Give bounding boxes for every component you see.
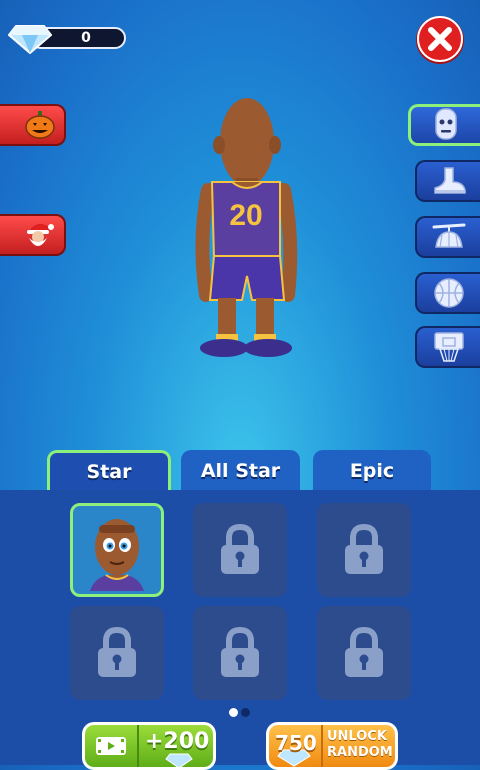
page-dot-active[interactable]: [229, 708, 238, 717]
player-preview: 20: [180, 90, 310, 374]
propeller-hat-icon: [432, 223, 465, 248]
watch-video-reward-button[interactable]: +200: [82, 722, 216, 770]
shoe-icon: [433, 167, 466, 194]
item-slot-locked[interactable]: [193, 503, 287, 597]
video-icon: [96, 737, 126, 755]
unlock-label-line1: UNLOCK: [327, 729, 387, 744]
head-icon: [434, 108, 457, 140]
halloween-button[interactable]: [0, 104, 66, 146]
hoop-icon: [433, 332, 464, 362]
item-slot-locked[interactable]: [317, 606, 411, 700]
pumpkin-icon: [25, 111, 55, 139]
unlock-random-button[interactable]: 750 UNLOCK RANDOM: [266, 722, 398, 770]
close-icon: [416, 16, 464, 64]
jersey-number: 20: [229, 199, 262, 232]
tab-star[interactable]: Star: [47, 450, 171, 492]
christmas-button[interactable]: [0, 214, 66, 256]
tab-all-star[interactable]: All Star: [181, 450, 300, 492]
watch-video-reward-inner: +200: [85, 725, 213, 767]
category-hat-button[interactable]: [415, 216, 480, 258]
category-ball-button[interactable]: [415, 272, 480, 314]
lock-icon: [221, 524, 259, 574]
tab-epic[interactable]: Epic: [313, 450, 431, 492]
lock-icon: [345, 627, 383, 677]
button-divider: [137, 725, 139, 767]
unlock-label-line2: RANDOM: [327, 745, 393, 760]
page-indicator: [229, 702, 253, 721]
item-slot-locked[interactable]: [193, 606, 287, 700]
santa-icon: [27, 223, 54, 246]
close-button[interactable]: [414, 14, 466, 66]
lock-icon: [221, 627, 259, 677]
diamond-icon: [8, 25, 52, 54]
category-hoop-button[interactable]: [415, 326, 480, 368]
item-slot-selected[interactable]: [70, 503, 164, 597]
unlock-label: UNLOCK RANDOM: [327, 729, 393, 761]
basketball-icon: [433, 278, 464, 308]
gem-counter: 0: [8, 24, 126, 54]
unlock-price: 750: [275, 731, 317, 755]
unlock-random-inner: 750 UNLOCK RANDOM: [269, 725, 395, 767]
player-figure: 20: [195, 98, 298, 357]
page-dot[interactable]: [241, 708, 250, 717]
item-slot-locked[interactable]: [317, 503, 411, 597]
button-divider: [321, 725, 323, 767]
player-portrait: [90, 519, 144, 591]
category-head-button[interactable]: [408, 104, 480, 146]
video-reward-amount: +200: [145, 729, 210, 754]
category-shoe-button[interactable]: [415, 160, 480, 202]
item-slot-locked[interactable]: [70, 606, 164, 700]
lock-icon: [98, 627, 136, 677]
lock-icon: [345, 524, 383, 574]
